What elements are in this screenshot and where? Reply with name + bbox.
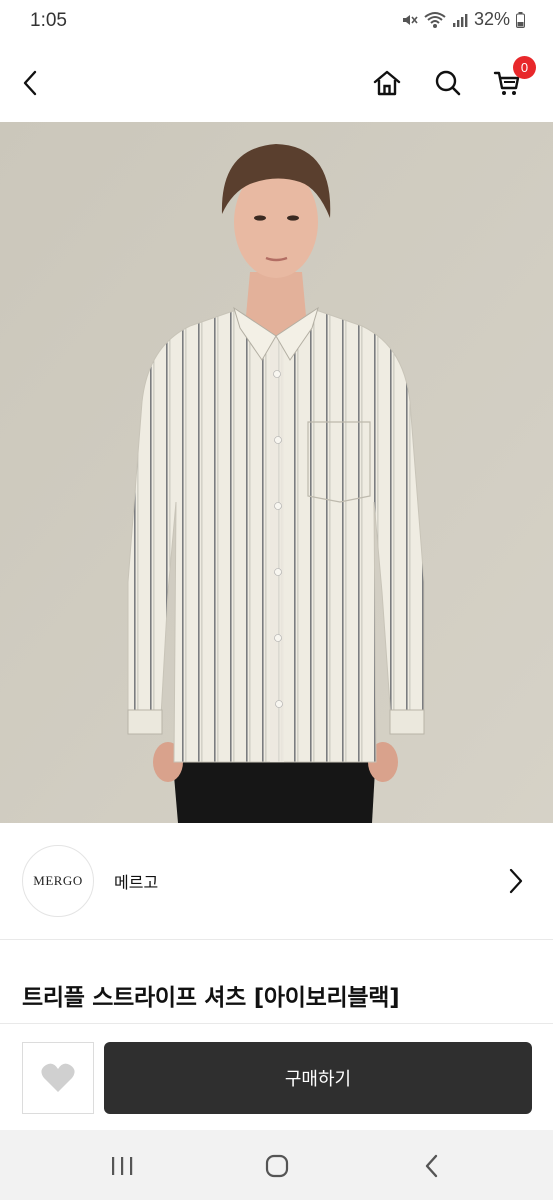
mute-icon	[400, 11, 418, 29]
app-header: 0	[0, 44, 553, 122]
product-image[interactable]	[0, 122, 553, 823]
brand-logo: MERGO	[22, 845, 94, 917]
recents-icon	[112, 1157, 133, 1175]
battery-level: 32%	[473, 9, 510, 29]
back-arrow-icon	[425, 1154, 438, 1178]
status-bar: 1:05 32%	[0, 0, 553, 44]
search-icon	[435, 70, 461, 96]
product-title: 트리플 스트라이프 셔츠 [아이보리블랙]	[22, 985, 400, 1011]
product-photo	[0, 122, 553, 823]
home-button[interactable]	[366, 62, 408, 104]
cart-count-badge: 0	[513, 56, 536, 79]
buy-button[interactable]: 구매하기	[104, 1042, 532, 1114]
status-icons: 32%	[400, 9, 525, 30]
cart-button[interactable]: 0	[486, 56, 536, 104]
brand-row[interactable]: MERGO 메르고	[0, 823, 553, 940]
home-circle-icon	[265, 1154, 289, 1178]
brand-name: 메르고	[114, 873, 159, 892]
battery-icon	[516, 11, 525, 28]
recent-apps-button[interactable]	[102, 1148, 142, 1184]
chevron-right-icon	[509, 868, 523, 894]
search-button[interactable]	[427, 62, 469, 104]
system-back-button[interactable]	[412, 1148, 452, 1184]
signal-icon	[452, 12, 468, 28]
home-icon	[373, 70, 401, 96]
system-nav-bar	[0, 1130, 553, 1200]
wishlist-button[interactable]	[22, 1042, 94, 1114]
back-button[interactable]	[9, 62, 51, 104]
wifi-icon	[424, 11, 446, 29]
chevron-left-icon	[23, 70, 37, 96]
status-time: 1:05	[30, 10, 67, 31]
system-home-button[interactable]	[257, 1148, 297, 1184]
heart-icon	[41, 1063, 75, 1092]
buy-bar: 구매하기	[0, 1023, 553, 1130]
